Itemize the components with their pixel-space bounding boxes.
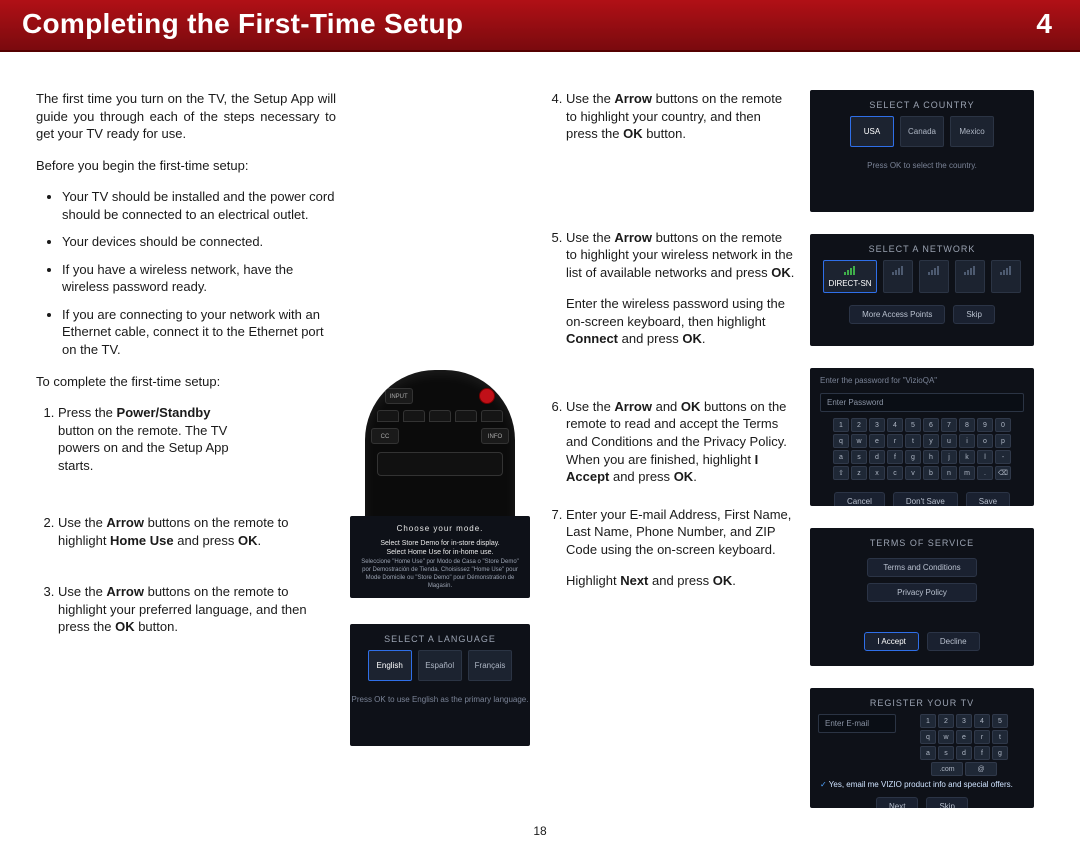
step-7-highlight: Highlight Next and press OK. <box>566 572 796 590</box>
to-complete-label: To complete the first-time setup: <box>36 373 336 391</box>
mode-screenshot: Choose your mode. Select Store Demo for … <box>350 516 530 598</box>
register-screenshot: REGISTER YOUR TV Enter E-mail 12345 qwer… <box>810 688 1034 808</box>
keyboard-screenshot: Enter the password for "VizioQA" Enter P… <box>810 368 1034 506</box>
step-4: Use the Arrow buttons on the remote to h… <box>566 90 796 143</box>
step-6: Use the Arrow and OK buttons on the remo… <box>566 398 796 486</box>
tos-screenshot: TERMS OF SERVICE Terms and Conditions Pr… <box>810 528 1034 666</box>
col-right-text: Use the Arrow buttons on the remote to h… <box>544 90 796 808</box>
intro-paragraph: The first time you turn on the TV, the S… <box>36 90 336 143</box>
step-5: Use the Arrow buttons on the remote to h… <box>566 229 796 348</box>
chapter-title: Completing the First-Time Setup <box>22 8 463 40</box>
steps-right: Use the Arrow buttons on the remote to h… <box>544 90 796 590</box>
before-label: Before you begin the first-time setup: <box>36 157 336 175</box>
step-1: Press the Power/Standby button on the re… <box>58 404 238 474</box>
before-bullets: Your TV should be installed and the powe… <box>36 188 336 358</box>
bullet: Your devices should be connected. <box>62 233 336 251</box>
step-7: Enter your E-mail Address, First Name, L… <box>566 506 796 590</box>
language-screenshot: SELECT A LANGUAGE English Español França… <box>350 624 530 746</box>
bullet: If you have a wireless network, have the… <box>62 261 336 296</box>
bullet: If you are connecting to your network wi… <box>62 306 336 359</box>
col-left-images: INPUT CCINFO Choose your mode. Select St… <box>350 90 530 808</box>
country-screenshot: SELECT A COUNTRY USA Canada Mexico Press… <box>810 90 1034 212</box>
step-3: Use the Arrow buttons on the remote to h… <box>58 583 336 636</box>
bullet: Your TV should be installed and the powe… <box>62 188 336 223</box>
col-left-text: The first time you turn on the TV, the S… <box>36 90 336 808</box>
col-right-images: SELECT A COUNTRY USA Canada Mexico Press… <box>810 90 1034 808</box>
step-2: Use the Arrow buttons on the remote to h… <box>58 514 336 549</box>
step-5-password: Enter the wireless password using the on… <box>566 295 796 348</box>
page-body: The first time you turn on the TV, the S… <box>0 52 1080 818</box>
network-screenshot: SELECT A NETWORK DIRECT-SN More Access P… <box>810 234 1034 346</box>
power-icon <box>479 388 495 404</box>
chapter-number: 4 <box>1036 8 1052 40</box>
remote-illustration: INPUT CCINFO <box>350 370 530 490</box>
steps-left: Press the Power/Standby button on the re… <box>36 404 336 636</box>
chapter-header: Completing the First-Time Setup 4 <box>0 0 1080 52</box>
page-number: 18 <box>0 824 1080 838</box>
